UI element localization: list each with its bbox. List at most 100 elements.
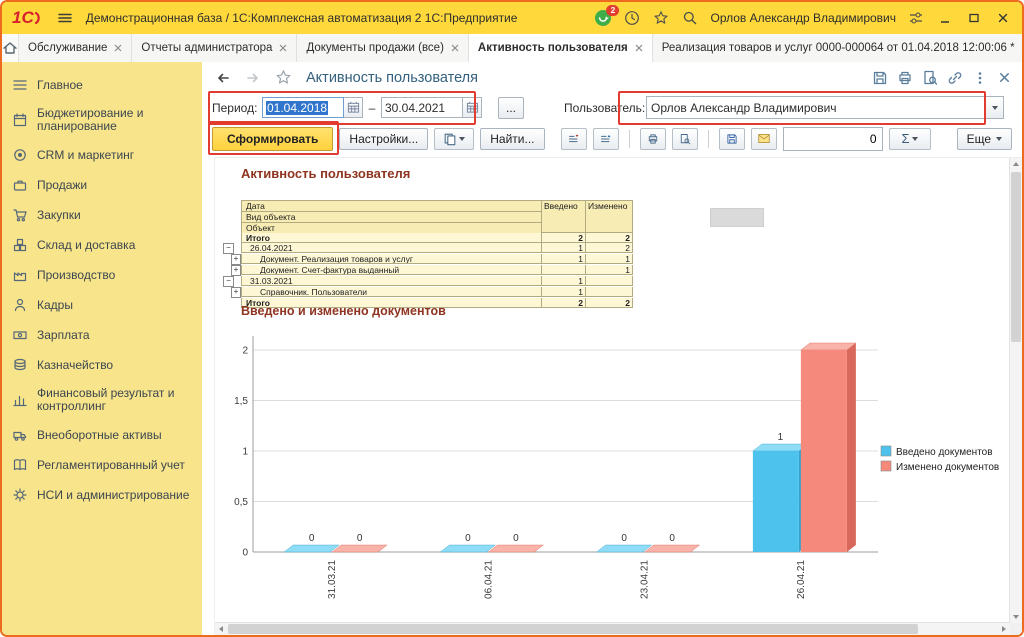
- horizontal-scrollbar[interactable]: [215, 622, 1010, 635]
- period-to-calendar-button[interactable]: [463, 97, 482, 118]
- scroll-down-icon[interactable]: [1013, 615, 1019, 619]
- tab-aktivnost-polzovatelya[interactable]: Активность пользователя: [469, 34, 653, 62]
- global-search-button[interactable]: [681, 9, 699, 27]
- collapse-groups-button[interactable]: [561, 128, 587, 150]
- scroll-up-icon[interactable]: [1013, 162, 1019, 166]
- report-table-row: Итого22: [223, 233, 633, 243]
- sum-split-button[interactable]: Σ: [889, 128, 931, 150]
- vertical-scroll-thumb[interactable]: [1011, 172, 1021, 342]
- tab-dokumenty-prodazhi[interactable]: Документы продажи (все): [297, 34, 468, 62]
- scroll-left-icon[interactable]: [219, 626, 223, 632]
- print-preview-button[interactable]: [672, 128, 698, 150]
- close-form-icon[interactable]: [997, 70, 1012, 85]
- scrollbar-corner: [1010, 623, 1022, 635]
- masked-region: [710, 208, 764, 227]
- group-tree-cell: [223, 233, 241, 243]
- history-button[interactable]: [623, 9, 641, 27]
- sidebar-item-finresult[interactable]: Финансовый результат и контроллинг: [2, 380, 202, 420]
- horizontal-scroll-thumb[interactable]: [228, 624, 918, 634]
- period-separator: –: [367, 101, 377, 115]
- favorites-button[interactable]: [652, 9, 670, 27]
- period-options-button[interactable]: ...: [498, 97, 524, 119]
- generate-button[interactable]: Сформировать: [212, 127, 333, 151]
- home-tab-button[interactable]: [2, 34, 19, 62]
- collapse-group-icon[interactable]: −: [223, 276, 234, 287]
- back-button[interactable]: [212, 68, 234, 88]
- svg-text:0: 0: [621, 533, 627, 544]
- save-icon[interactable]: [872, 70, 888, 86]
- sidebar-item-warehouse[interactable]: Склад и доставка: [2, 230, 202, 260]
- tab-close-icon[interactable]: [114, 44, 122, 52]
- link-icon[interactable]: [947, 70, 963, 86]
- service-settings-button[interactable]: [907, 9, 925, 27]
- send-mail-button[interactable]: [751, 128, 777, 150]
- sidebar-item-treasury[interactable]: Казначейство: [2, 350, 202, 380]
- period-from-input[interactable]: 01.04.2018: [262, 97, 344, 118]
- scroll-right-icon[interactable]: [1002, 626, 1006, 632]
- sidebar-item-assets[interactable]: Внеоборотные активы: [2, 420, 202, 450]
- sidebar-item-main[interactable]: Главное: [2, 70, 202, 100]
- user-label: Пользователь:: [564, 101, 642, 115]
- sidebar-item-crm[interactable]: CRM и маркетинг: [2, 140, 202, 170]
- main-menu-button[interactable]: [54, 7, 76, 29]
- tab-close-icon[interactable]: [279, 44, 287, 52]
- minimize-button[interactable]: [936, 9, 954, 27]
- sum-field[interactable]: [783, 127, 883, 151]
- sidebar-item-label: Бюджетирование и планирование: [37, 107, 192, 133]
- sidebar-item-sales[interactable]: Продажи: [2, 170, 202, 200]
- maximize-icon: [967, 11, 981, 25]
- find-button[interactable]: Найти...: [480, 128, 544, 150]
- expand-group-icon[interactable]: +: [231, 254, 241, 265]
- tab-realizatsiya-tovarov[interactable]: Реализация товаров и услуг 0000-000064 о…: [653, 34, 1022, 62]
- discussions-button[interactable]: 2: [594, 9, 612, 27]
- expand-group-icon[interactable]: +: [231, 265, 241, 276]
- maximize-button[interactable]: [965, 9, 983, 27]
- sidebar-item-nsi[interactable]: НСИ и администрирование: [2, 480, 202, 510]
- search-icon: [682, 10, 698, 26]
- print-icon[interactable]: [897, 70, 913, 86]
- sidebar-item-payroll[interactable]: Зарплата: [2, 320, 202, 350]
- print-button[interactable]: [640, 128, 666, 150]
- arrow-right-icon: [245, 70, 261, 86]
- close-window-button[interactable]: [994, 9, 1012, 27]
- tab-obsluzhivanie[interactable]: Обслуживание: [19, 34, 132, 62]
- star-outline-icon: [275, 69, 292, 86]
- coins-icon: [12, 357, 28, 373]
- group-tree-cell: +: [223, 287, 241, 298]
- expand-groups-button[interactable]: [593, 128, 619, 150]
- report-title: Активность пользователя: [241, 166, 410, 181]
- expand-groups-icon: [600, 132, 612, 146]
- vertical-scrollbar[interactable]: [1009, 158, 1022, 623]
- svg-text:1,5: 1,5: [234, 396, 248, 407]
- header-object: Объект: [242, 223, 541, 233]
- forward-button[interactable]: [242, 68, 264, 88]
- kebab-menu-icon[interactable]: [972, 70, 988, 86]
- chevron-down-icon[interactable]: [985, 97, 1003, 118]
- save-report-button[interactable]: [719, 128, 745, 150]
- report-cell-entered: [541, 265, 585, 275]
- add-favorite-button[interactable]: [272, 68, 294, 88]
- sidebar-item-budgeting[interactable]: Бюджетирование и планирование: [2, 100, 202, 140]
- tab-otchety-administratora[interactable]: Отчеты администратора: [132, 34, 297, 62]
- user-combobox[interactable]: Орлов Александр Владимирович: [646, 96, 1004, 119]
- 1c-logo-icon: 1С: [12, 8, 44, 28]
- current-user[interactable]: Орлов Александр Владимирович: [710, 11, 896, 25]
- svg-text:23.04.21: 23.04.21: [640, 560, 651, 599]
- sidebar-item-label: Внеоборотные активы: [37, 429, 162, 442]
- sidebar-item-purchases[interactable]: Закупки: [2, 200, 202, 230]
- sidebar-item-hr[interactable]: Кадры: [2, 290, 202, 320]
- period-to-input[interactable]: 30.04.2021: [381, 97, 463, 118]
- period-from-calendar-button[interactable]: [344, 97, 363, 118]
- form-title: Активность пользователя: [306, 70, 478, 86]
- sidebar-item-production[interactable]: Производство: [2, 260, 202, 290]
- collapse-group-icon[interactable]: −: [223, 243, 234, 254]
- tab-label: Отчеты администратора: [141, 42, 272, 54]
- tab-close-icon[interactable]: [451, 44, 459, 52]
- sidebar-item-regulated[interactable]: Регламентированный учет: [2, 450, 202, 480]
- expand-group-icon[interactable]: +: [231, 287, 241, 298]
- more-button[interactable]: Еще: [957, 128, 1012, 150]
- tab-close-icon[interactable]: [635, 44, 643, 52]
- find-in-document-icon[interactable]: [922, 70, 938, 86]
- copy-split-button[interactable]: [434, 128, 474, 150]
- settings-button[interactable]: Настройки...: [339, 128, 428, 150]
